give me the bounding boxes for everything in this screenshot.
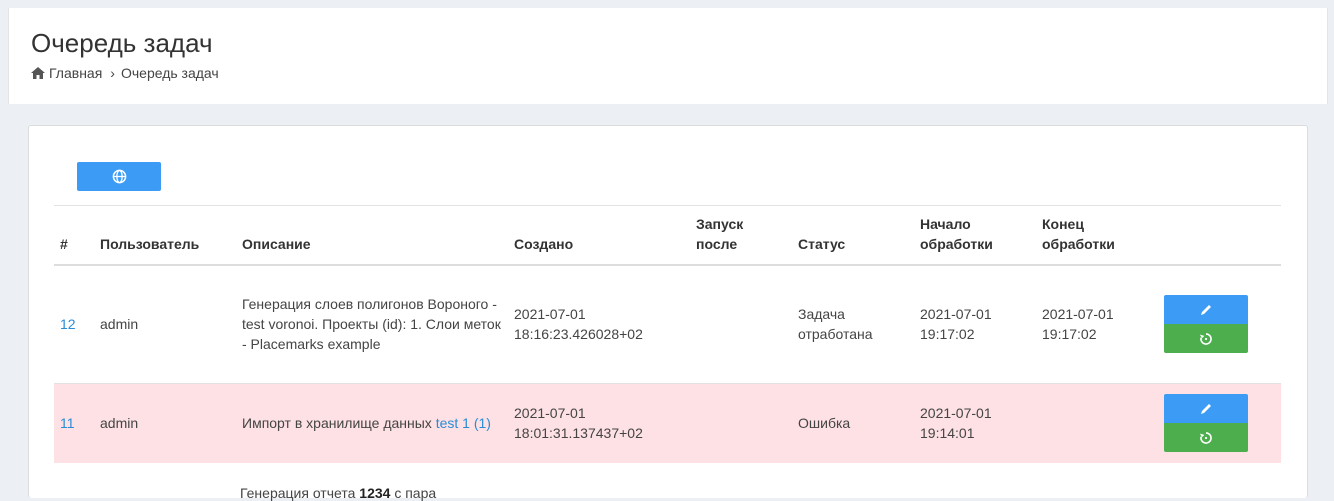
header-actions [1158,205,1281,266]
globe-icon [112,169,126,184]
row-start: 2021-07-01 19:17:02 [914,264,1036,383]
row-user: admin [94,264,236,383]
header-run-after[interactable]: Запуск после [690,205,792,266]
table-row: 12 admin Генерация слоев полигонов Ворон… [54,264,1281,383]
restart-icon [1199,431,1212,444]
task-queue-table: # Пользователь Описание Создано Запуск п… [54,205,1281,463]
restart-button[interactable] [1164,423,1248,453]
row-user: admin [94,382,236,463]
row-run-after [690,382,792,463]
row-id-link[interactable]: 11 [60,415,75,431]
header-start-line2: обработки [920,236,993,252]
row-run-after [690,264,792,383]
table-header-row: # Пользователь Описание Создано Запуск п… [54,205,1281,266]
row-status: Ошибка [792,382,914,463]
row-end: 2021-07-01 19:17:02 [1036,264,1158,383]
row-id-cell: 11 [54,382,94,463]
row-created: 2021-07-01 18:01:31.137437+02 [508,382,690,463]
row-description-link[interactable]: test 1 (1) [436,415,491,431]
row-action-group [1164,394,1248,453]
breadcrumb-separator: › [110,65,115,81]
partial-row-bold: 1234 [359,485,391,501]
partial-row-prefix: Генерация отчета [240,485,360,501]
header-run-after-line1: Запуск [696,216,744,232]
header-id[interactable]: # [54,205,94,266]
partial-row-description: Генерация отчета 1234 с пара [240,485,436,501]
top-strip [0,0,1334,8]
row-created: 2021-07-01 18:16:23.426028+02 [508,264,690,383]
header-end-line1: Конец [1042,216,1084,232]
partial-row-suffix: с пара [390,485,437,501]
home-icon [31,67,45,79]
edit-button[interactable] [1164,394,1248,424]
restart-icon [1199,332,1212,345]
header-end[interactable]: Конец обработки [1036,205,1158,266]
row-description-text: Импорт в хранилище данных [242,415,436,432]
globe-button[interactable] [77,162,161,191]
header-description[interactable]: Описание [236,205,508,266]
row-status: Задача отработана [792,264,914,383]
header-start-line1: Начало [920,216,971,232]
table-row: 11 admin Импорт в хранилище данных test … [54,382,1281,463]
restart-button[interactable] [1164,324,1248,354]
row-end [1036,382,1158,463]
row-id-cell: 12 [54,264,94,383]
breadcrumb: Главная › Очередь задач [31,65,219,81]
pencil-icon [1201,304,1211,315]
header-user[interactable]: Пользователь [94,205,236,266]
breadcrumb-home-link[interactable]: Главная [49,65,102,81]
header-end-line2: обработки [1042,236,1115,252]
header-created[interactable]: Создано [508,205,690,266]
row-start: 2021-07-01 19:14:01 [914,382,1036,463]
header-status[interactable]: Статус [792,205,914,266]
row-id-link[interactable]: 12 [60,316,76,332]
row-actions [1158,264,1281,383]
row-action-group [1164,295,1248,354]
header-run-after-line2: после [696,236,738,252]
page-title: Очередь задач [31,28,213,58]
header-start[interactable]: Начало обработки [914,205,1036,266]
edit-button[interactable] [1164,295,1248,325]
row-description: Генерация слоев полигонов Вороного - tes… [236,264,508,383]
row-description: Импорт в хранилище данных test 1 (1) [236,382,508,463]
row-actions [1158,382,1281,463]
content-header: Очередь задач Главная › Очередь задач [8,8,1328,104]
pencil-icon [1201,403,1211,414]
breadcrumb-current: Очередь задач [120,65,219,81]
